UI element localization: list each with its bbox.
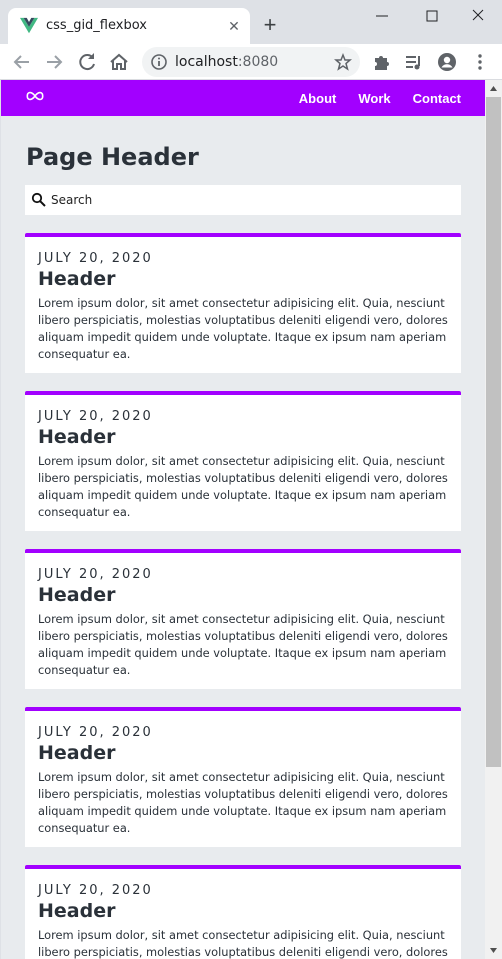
extensions-puzzle-icon[interactable] (372, 52, 392, 72)
address-bar[interactable]: localhost:8080 (142, 47, 360, 77)
article-card[interactable]: JULY 20, 2020 Header Lorem ipsum dolor, … (25, 549, 461, 689)
card-body: Lorem ipsum dolor, sit amet consectetur … (38, 454, 448, 519)
nav-link-about[interactable]: About (299, 91, 337, 106)
vue-logo-icon (20, 17, 38, 34)
page-title: Page Header (26, 143, 199, 171)
url-text[interactable]: localhost:8080 (175, 54, 278, 70)
media-queue-icon[interactable] (404, 52, 424, 72)
reload-icon[interactable] (75, 50, 99, 74)
card-body: Lorem ipsum dolor, sit amet consectetur … (38, 612, 448, 677)
back-arrow-icon[interactable] (10, 50, 34, 74)
search-input[interactable] (51, 185, 451, 215)
site-navbar: About Work Contact (1, 80, 485, 116)
scrollbar-thumb[interactable] (486, 97, 501, 767)
card-body: Lorem ipsum dolor, sit amet consectetur … (38, 928, 448, 959)
bookmark-star-icon[interactable] (334, 53, 352, 71)
profile-avatar-icon[interactable] (437, 52, 457, 72)
nav-links: About Work Contact (277, 91, 461, 106)
card-body: Lorem ipsum dolor, sit amet consectetur … (38, 296, 448, 361)
card-date: JULY 20, 2020 (38, 251, 153, 266)
card-title: Header (38, 900, 116, 922)
home-icon[interactable] (107, 50, 131, 74)
article-card[interactable]: JULY 20, 2020 Header Lorem ipsum dolor, … (25, 707, 461, 847)
forward-arrow-icon[interactable] (42, 50, 66, 74)
nav-link-work[interactable]: Work (358, 91, 390, 106)
infinity-icon[interactable] (25, 89, 45, 103)
nav-link-contact[interactable]: Contact (413, 91, 461, 106)
search-box[interactable] (25, 185, 461, 215)
tab-close-icon[interactable]: ✕ (226, 18, 242, 34)
minimize-icon[interactable] (370, 6, 394, 26)
scroll-up-arrow-icon[interactable] (485, 80, 502, 97)
article-card[interactable]: JULY 20, 2020 Header Lorem ipsum dolor, … (25, 233, 461, 373)
card-body: Lorem ipsum dolor, sit amet consectetur … (38, 770, 448, 835)
site-info-icon[interactable] (150, 53, 168, 71)
card-title: Header (38, 268, 116, 290)
browser-tab[interactable]: css_gid_flexbox ✕ (8, 8, 250, 44)
page-scrollbar[interactable] (485, 80, 502, 959)
search-icon (31, 192, 46, 207)
card-title: Header (38, 742, 116, 764)
scroll-down-arrow-icon[interactable] (485, 942, 502, 959)
tab-title: css_gid_flexbox (46, 18, 147, 33)
card-title: Header (38, 426, 116, 448)
window-close-icon[interactable] (466, 6, 490, 26)
card-date: JULY 20, 2020 (38, 567, 153, 582)
article-card[interactable]: JULY 20, 2020 Header Lorem ipsum dolor, … (25, 865, 461, 959)
card-date: JULY 20, 2020 (38, 409, 153, 424)
card-date: JULY 20, 2020 (38, 883, 153, 898)
browser-menu-icon[interactable] (470, 52, 490, 72)
browser-titlebar: css_gid_flexbox ✕ + (0, 0, 502, 44)
url-port: :8080 (237, 54, 279, 70)
url-host: localhost (175, 54, 238, 70)
browser-toolbar: localhost:8080 (0, 44, 502, 80)
card-date: JULY 20, 2020 (38, 725, 153, 740)
article-card[interactable]: JULY 20, 2020 Header Lorem ipsum dolor, … (25, 391, 461, 531)
card-title: Header (38, 584, 116, 606)
new-tab-button[interactable]: + (258, 14, 282, 38)
maximize-icon[interactable] (420, 6, 444, 26)
page-viewport: About Work Contact Page Header JULY 20, … (1, 80, 485, 959)
